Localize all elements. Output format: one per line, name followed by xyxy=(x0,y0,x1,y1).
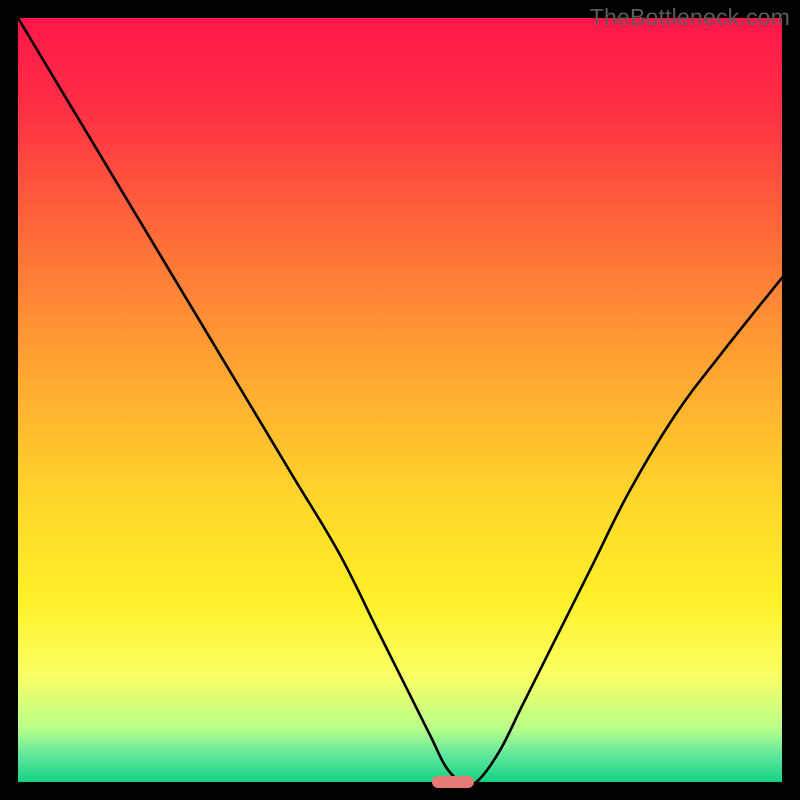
heat-gradient-background xyxy=(18,18,782,782)
plot-frame xyxy=(18,18,782,782)
watermark-text: TheBottleneck.com xyxy=(590,4,790,31)
plot-area xyxy=(18,18,782,782)
optimal-marker xyxy=(432,776,474,788)
